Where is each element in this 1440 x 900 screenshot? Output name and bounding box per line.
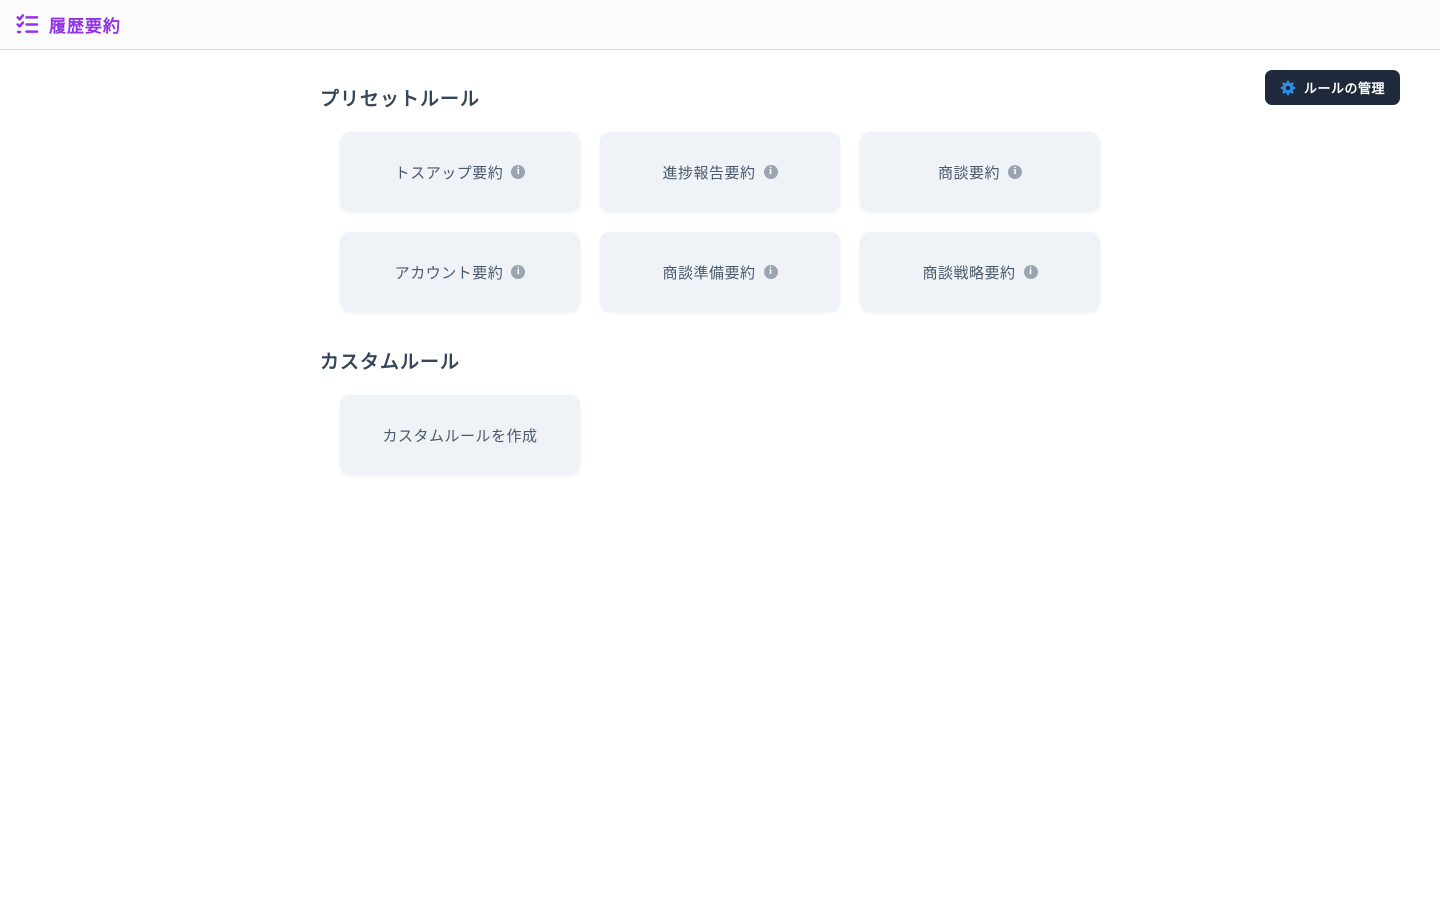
- manage-rules-button[interactable]: ルールの管理: [1265, 70, 1400, 105]
- preset-rule-card-account[interactable]: アカウント要約 i: [340, 232, 580, 312]
- preset-rule-label: 進捗報告要約: [662, 162, 755, 183]
- preset-rule-card-meeting[interactable]: 商談要約 i: [860, 132, 1100, 212]
- custom-rules-grid: カスタムルールを作成: [340, 395, 1100, 475]
- create-custom-rule-label: カスタムルールを作成: [382, 425, 537, 446]
- preset-rule-card-tossup[interactable]: トスアップ要約 i: [340, 132, 580, 212]
- preset-rules-heading: プリセットルール: [320, 89, 1120, 111]
- app-header: 履歴要約: [0, 0, 1440, 50]
- preset-rule-label: 商談戦略要約: [922, 262, 1015, 283]
- custom-rules-heading: カスタムルール: [320, 352, 1120, 374]
- preset-rule-card-meeting-strategy[interactable]: 商談戦略要約 i: [860, 232, 1100, 312]
- app-logo: 履歴要約: [16, 12, 121, 37]
- preset-rules-grid: トスアップ要約 i 進捗報告要約 i 商談要約 i アカウント要約 i 商談準備…: [340, 132, 1100, 312]
- list-check-icon: [16, 13, 39, 36]
- preset-rule-label: アカウント要約: [395, 262, 504, 283]
- info-icon[interactable]: i: [764, 165, 778, 179]
- info-icon[interactable]: i: [764, 265, 778, 279]
- preset-rule-label: トスアップ要約: [395, 162, 504, 183]
- app-title: 履歴要約: [49, 12, 121, 37]
- rules-container: プリセットルール トスアップ要約 i 進捗報告要約 i 商談要約 i アカウント…: [320, 50, 1120, 475]
- info-icon[interactable]: i: [1024, 265, 1038, 279]
- preset-rule-card-progress-report[interactable]: 進捗報告要約 i: [600, 132, 840, 212]
- preset-rule-label: 商談要約: [938, 162, 1000, 183]
- info-icon[interactable]: i: [511, 165, 525, 179]
- preset-rule-card-meeting-prep[interactable]: 商談準備要約 i: [600, 232, 840, 312]
- info-icon[interactable]: i: [511, 265, 525, 279]
- manage-rules-label: ルールの管理: [1304, 78, 1385, 97]
- create-custom-rule-card[interactable]: カスタムルールを作成: [340, 395, 580, 475]
- info-icon[interactable]: i: [1008, 165, 1022, 179]
- preset-rule-label: 商談準備要約: [662, 262, 755, 283]
- gear-icon: [1280, 80, 1296, 96]
- main-content: ルールの管理 プリセットルール トスアップ要約 i 進捗報告要約 i 商談要約 …: [0, 50, 1440, 475]
